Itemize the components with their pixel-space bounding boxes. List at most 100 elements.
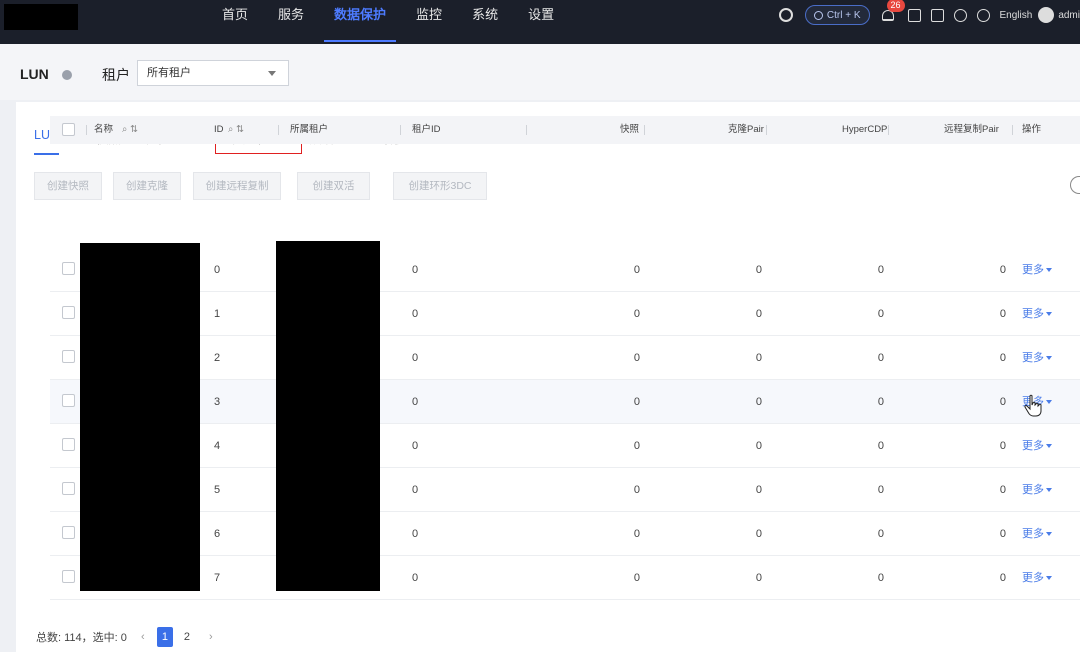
page-2-button[interactable]: 2 [179,627,195,647]
cell-remote-replication: 0 [999,264,1006,276]
cell-id: 7 [214,572,221,584]
nav-home[interactable]: 首页 [210,0,260,44]
table-row[interactable]: 6 0 0 0 0 0 更多 [50,512,1080,556]
column-hypercdp[interactable]: HyperCDP [842,116,887,144]
plus-circle-icon[interactable] [976,8,990,22]
more-label: 更多 [1022,440,1044,452]
column-id[interactable]: ID [214,116,224,144]
nav-system[interactable]: 系统 [460,0,510,44]
row-checkbox[interactable] [62,438,75,451]
cell-tenant-id: 0 [412,308,419,320]
chart-icon[interactable] [907,8,921,22]
document-icon[interactable] [930,8,944,22]
create-clone-button[interactable]: 创建克隆 [113,172,181,200]
nav-settings[interactable]: 设置 [516,0,566,44]
table-row[interactable]: 5 0 0 0 0 0 更多 [50,468,1080,512]
table-row[interactable]: 4 0 0 0 0 0 更多 [50,424,1080,468]
more-actions-dropdown[interactable]: 更多 [1022,512,1052,556]
cell-id: 0 [214,264,221,276]
column-snapshot[interactable]: 快照 [620,116,639,144]
help-icon[interactable] [62,70,72,80]
cell-clone-pair: 0 [755,264,762,276]
tenant-label: 租户 [102,67,130,83]
more-actions-dropdown[interactable]: 更多 [1022,556,1052,600]
nav-monitoring[interactable]: 监控 [404,0,454,44]
hand-cursor-icon [1024,394,1042,417]
cell-tenant-id: 0 [412,572,419,584]
table-row[interactable]: 1 0 0 0 0 0 更多 [50,292,1080,336]
cell-snapshot: 0 [633,484,640,496]
user-avatar-icon[interactable] [1038,7,1055,23]
more-label: 更多 [1022,572,1044,584]
row-checkbox[interactable] [62,394,75,407]
create-remote-replication-button[interactable]: 创建远程复制 [193,172,281,200]
more-actions-dropdown[interactable]: 更多 [1022,468,1052,512]
more-actions-dropdown[interactable]: 更多 [1022,424,1052,468]
cell-snapshot: 0 [633,396,640,408]
tenant-select[interactable]: 所有租户 [137,60,289,86]
user-name[interactable]: admi [1058,10,1080,21]
more-actions-dropdown[interactable]: 更多 [1022,336,1052,380]
column-name[interactable]: 名称 [94,116,113,144]
cell-hypercdp: 0 [877,352,884,364]
chevron-down-icon [268,71,276,76]
row-checkbox[interactable] [62,482,75,495]
row-checkbox[interactable] [62,570,75,583]
cell-hypercdp: 0 [877,484,884,496]
create-snapshot-button[interactable]: 创建快照 [34,172,102,200]
create-ring-3dc-button[interactable]: 创建环形3DC [393,172,487,200]
table-row[interactable]: 2 0 0 0 0 0 更多 [50,336,1080,380]
global-search[interactable]: Ctrl + K [804,5,870,25]
column-tenant-id[interactable]: 租户ID [412,116,441,144]
table-row[interactable]: 7 0 0 0 0 0 更多 [50,556,1080,600]
cell-snapshot: 0 [633,352,640,364]
cell-tenant-id: 0 [412,352,419,364]
cell-clone-pair: 0 [755,396,762,408]
column-divider [86,125,87,135]
filter-sort-icon[interactable]: ⌕ ⇅ [228,116,244,144]
prev-page-button[interactable]: ‹ [135,627,151,647]
cell-id: 5 [214,484,221,496]
cell-clone-pair: 0 [755,440,762,452]
top-nav-bar: 首页 服务 数据保护 监控 系统 设置 Ctrl + K 26 English … [0,0,1080,44]
page-1-button[interactable]: 1 [156,627,173,647]
notification-bell-icon[interactable]: 26 [880,0,905,23]
dark-mode-icon[interactable] [778,8,793,22]
more-actions-dropdown[interactable]: 更多 [1022,248,1052,292]
column-remote-replication[interactable]: 远程复制Pair [944,116,999,144]
cell-snapshot: 0 [633,308,640,320]
column-divider [888,125,889,135]
select-all-checkbox[interactable] [62,123,75,136]
table-row[interactable]: 0 0 0 0 0 0 更多 [50,248,1080,292]
cell-hypercdp: 0 [877,528,884,540]
nav-services[interactable]: 服务 [266,0,316,44]
row-checkbox[interactable] [62,526,75,539]
cell-remote-replication: 0 [999,484,1006,496]
table-search-icon[interactable] [1070,176,1080,194]
cell-clone-pair: 0 [755,528,762,540]
cell-hypercdp: 0 [877,308,884,320]
column-tenant[interactable]: 所属租户 [290,116,328,144]
column-actions[interactable]: 操作 [1022,116,1041,144]
column-clone-pair[interactable]: 克隆Pair [728,116,764,144]
gear-icon[interactable] [953,8,967,22]
column-divider [766,125,767,135]
row-checkbox[interactable] [62,350,75,363]
table-row[interactable]: 300000更多 [50,380,1080,424]
next-page-button[interactable]: › [203,627,219,647]
cell-clone-pair: 0 [755,484,762,496]
create-hypermetro-button[interactable]: 创建双活 [297,172,370,200]
cell-hypercdp: 0 [877,264,884,276]
row-checkbox[interactable] [62,262,75,275]
notification-badge: 26 [886,0,905,12]
search-shortcut: Ctrl + K [826,9,861,21]
filter-search-icon[interactable]: ⌕ ⇅ [122,116,138,144]
row-checkbox[interactable] [62,306,75,319]
nav-data-protection[interactable]: 数据保护 [322,0,398,44]
cell-clone-pair: 0 [755,572,762,584]
column-divider [526,125,527,135]
language-switch[interactable]: English [1000,10,1033,21]
more-actions-dropdown[interactable]: 更多 [1022,292,1052,336]
cell-id: 1 [214,308,221,320]
redacted-names [80,243,200,591]
